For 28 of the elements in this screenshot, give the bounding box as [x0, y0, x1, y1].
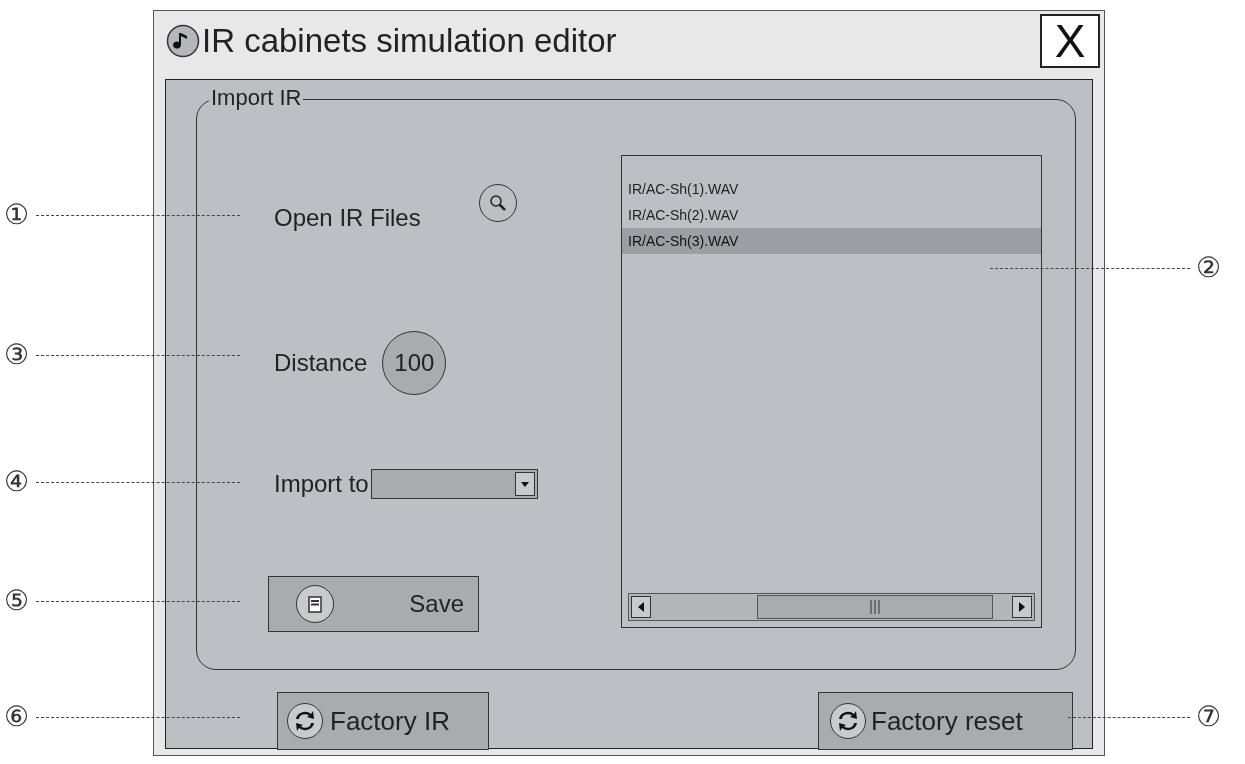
horizontal-scrollbar[interactable]: [628, 593, 1035, 621]
callout-number: ②: [1196, 252, 1221, 284]
open-files-label: Open IR Files: [274, 203, 421, 233]
save-icon: [295, 584, 335, 624]
file-list-item[interactable]: IR/AC-Sh(1).WAV: [622, 176, 1041, 202]
scrollbar-thumb[interactable]: [757, 595, 993, 619]
callout-number: ③: [4, 339, 29, 371]
import-to-label: Import to: [274, 469, 369, 499]
callout-number: ⑤: [4, 585, 29, 617]
close-button[interactable]: X: [1040, 14, 1100, 68]
grip-icon: [870, 600, 880, 614]
refresh-icon: [286, 702, 324, 740]
callout-number: ④: [4, 466, 29, 498]
save-button[interactable]: Save: [268, 576, 479, 632]
import-dropdown[interactable]: [370, 469, 538, 499]
distance-label: Distance: [274, 348, 368, 378]
factory-reset-button[interactable]: Factory reset: [818, 692, 1073, 750]
distance-knob[interactable]: 100: [382, 331, 447, 395]
callout-number: ⑦: [1196, 701, 1221, 733]
refresh-icon: [829, 702, 867, 740]
callout-number: ①: [4, 199, 29, 231]
callout-number: ⑥: [4, 701, 29, 733]
file-list-item[interactable]: IR/AC-Sh(2).WAV: [622, 202, 1041, 228]
factory-ir-button[interactable]: Factory IR: [277, 692, 489, 750]
window-title: IR cabinets simulation editor: [202, 21, 617, 62]
search-icon: [487, 193, 508, 213]
file-list-item[interactable]: IR/AC-Sh(3).WAV: [622, 228, 1041, 254]
music-note-icon: [166, 24, 200, 58]
